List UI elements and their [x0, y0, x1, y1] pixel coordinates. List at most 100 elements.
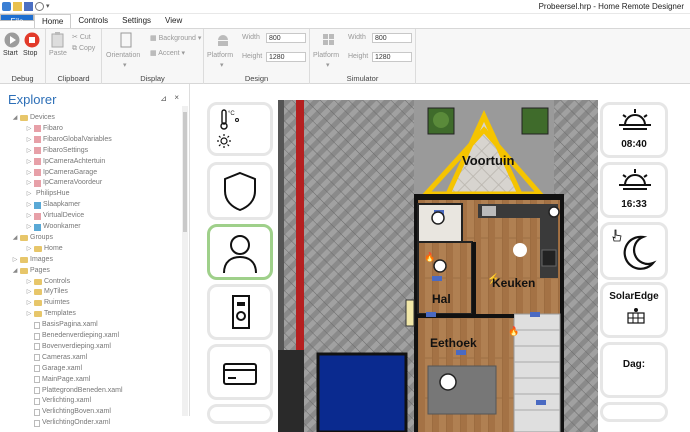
expand-arrow-right-icon[interactable]: ▷: [12, 255, 18, 265]
explorer-scrollbar[interactable]: [182, 106, 188, 416]
tab-view[interactable]: View: [158, 14, 189, 28]
tree-item-label: Woonkamer: [43, 223, 81, 230]
tree-item[interactable]: ▷ FibaroSettings: [26, 146, 88, 156]
file-icon: [34, 419, 40, 427]
tab-settings[interactable]: Settings: [115, 14, 158, 28]
tree-item[interactable]: PlattegrondBeneden.xaml: [26, 386, 123, 396]
design-platform-button[interactable]: Platform ▾: [206, 31, 240, 69]
copy-label: Copy: [78, 45, 96, 52]
tree-item[interactable]: ▷ Templates: [26, 309, 76, 319]
stop-button[interactable]: Stop: [23, 31, 43, 61]
folder-icon: [34, 311, 42, 318]
tree-item[interactable]: ▷ Home: [26, 244, 63, 254]
expand-arrow-right-icon[interactable]: ▷: [26, 309, 32, 319]
tile-day[interactable]: Dag:: [600, 342, 668, 398]
expand-arrow-right-icon[interactable]: ▷: [26, 178, 32, 188]
tab-file[interactable]: File: [0, 14, 34, 26]
start-button[interactable]: Start: [3, 31, 21, 61]
copy-button[interactable]: ⧉ Copy: [72, 45, 95, 53]
tile-night[interactable]: [600, 222, 668, 280]
tree-item[interactable]: ◢ Groups: [12, 233, 53, 243]
expand-arrow-right-icon[interactable]: ▷: [26, 211, 32, 221]
tree-item[interactable]: ▷ VirtualDevice: [26, 211, 84, 221]
refresh-icon[interactable]: [35, 2, 44, 11]
tile-extra-right[interactable]: [600, 402, 668, 422]
design-width-input[interactable]: 800: [266, 33, 306, 43]
tree-item[interactable]: Verlichting.xaml: [26, 396, 91, 406]
expand-arrow-right-icon[interactable]: ▷: [26, 146, 32, 156]
simulator-height-input[interactable]: 1280: [372, 52, 412, 62]
design-height-input[interactable]: 1280: [266, 52, 306, 62]
expand-arrow-right-icon[interactable]: ▷: [26, 189, 32, 199]
tab-controls[interactable]: Controls: [71, 14, 115, 28]
tile-extra[interactable]: [207, 404, 273, 424]
tile-solaredge[interactable]: SolarEdge: [600, 282, 668, 338]
pin-icon[interactable]: ⊿: [160, 94, 167, 103]
android-icon: [218, 35, 228, 46]
tree-item[interactable]: ▷ PhilipsHue: [26, 189, 70, 199]
expand-arrow-right-icon[interactable]: ▷: [26, 298, 32, 308]
explorer-title: Explorer: [8, 92, 57, 107]
tree-item[interactable]: ▷ Controls: [26, 277, 70, 287]
expand-arrow-right-icon[interactable]: ▷: [26, 157, 32, 167]
tile-doorbell[interactable]: [207, 284, 273, 340]
tree-item[interactable]: ▷ Fibaro: [26, 124, 63, 134]
expand-arrow-down-icon[interactable]: ◢: [12, 266, 18, 276]
tree-item-label: Ruimtes: [44, 299, 70, 307]
tree-item[interactable]: ▷ IpCameraVoordeur: [26, 178, 102, 188]
open-icon[interactable]: [13, 2, 22, 11]
expand-arrow-down-icon[interactable]: ◢: [12, 113, 18, 123]
tree-item[interactable]: BasisPagina.xaml: [26, 320, 98, 330]
tab-home[interactable]: Home: [34, 14, 72, 28]
file-icon: [34, 354, 40, 362]
paste-label: Paste: [49, 50, 67, 57]
tree-item[interactable]: Benedenverdieping.xaml: [26, 331, 119, 341]
expand-arrow-right-icon[interactable]: ▷: [26, 222, 32, 232]
expand-arrow-right-icon[interactable]: ▷: [26, 277, 32, 287]
expand-arrow-down-icon[interactable]: ◢: [12, 233, 18, 243]
paste-button[interactable]: Paste: [49, 31, 69, 61]
expand-arrow-right-icon[interactable]: ▷: [26, 244, 32, 254]
tree-item[interactable]: ▷ Woonkamer: [26, 222, 81, 232]
tile-user[interactable]: [207, 224, 273, 280]
tile-sunrise[interactable]: 08:40: [600, 102, 668, 158]
close-icon[interactable]: ×: [174, 93, 179, 102]
tile-sunset[interactable]: 16:33: [600, 162, 668, 218]
accent-button[interactable]: ▦ Accent ▾: [150, 49, 185, 57]
expand-arrow-right-icon[interactable]: ▷: [26, 200, 32, 210]
tree-item[interactable]: ▷ FibaroGlobalVariables: [26, 135, 112, 145]
tree-item[interactable]: Cameras.xaml: [26, 353, 87, 363]
clipboard-group-label: Clipboard: [57, 74, 90, 83]
expand-arrow-right-icon[interactable]: ▷: [26, 168, 32, 178]
cut-button[interactable]: ✂ Cut: [72, 33, 91, 41]
tree-item[interactable]: VerlichtingOnder.xaml: [26, 418, 110, 428]
floorplan[interactable]: 🔥 🔥 ⚡: [278, 100, 598, 432]
tree-item[interactable]: ◢ Devices: [12, 113, 55, 123]
tree-item-label: FibaroGlobalVariables: [43, 135, 112, 143]
tree-item[interactable]: Bovenverdieping.xaml: [26, 342, 111, 352]
tree-item[interactable]: ▷ IpCameraAchtertuin: [26, 157, 105, 167]
dropdown-icon[interactable]: ▾: [46, 2, 55, 11]
expand-arrow-right-icon[interactable]: ▷: [26, 124, 32, 134]
tree-item[interactable]: Garage.xaml: [26, 364, 82, 374]
tree-item-label: IpCameraAchtertuin: [43, 157, 106, 165]
tile-card[interactable]: [207, 344, 273, 400]
tile-security[interactable]: [207, 162, 273, 220]
orientation-button[interactable]: Orientation ▾: [104, 31, 148, 69]
tree-item[interactable]: ▷ Ruimtes: [26, 298, 70, 308]
tree-item[interactable]: ▷ Slaapkamer: [26, 200, 80, 210]
expand-arrow-right-icon[interactable]: ▷: [26, 287, 32, 297]
simulator-platform-button[interactable]: Platform ▾: [312, 31, 346, 69]
save-icon[interactable]: [24, 2, 33, 11]
background-button[interactable]: ▦ Background ▾: [150, 34, 201, 42]
tree-item[interactable]: ▷ MyTiles: [26, 287, 68, 297]
expand-arrow-right-icon[interactable]: ▷: [26, 135, 32, 145]
scrollbar-thumb[interactable]: [183, 112, 187, 232]
simulator-width-input[interactable]: 800: [372, 33, 412, 43]
tree-item[interactable]: ◢ Pages: [12, 266, 50, 276]
tree-item[interactable]: ▷ Images: [12, 255, 53, 265]
ribbon: Start Stop Debug Paste ✂ Cut ⧉ Copy Clip…: [0, 28, 690, 85]
tree-item[interactable]: ▷ IpCameraGarage: [26, 168, 97, 178]
tree-item[interactable]: MainPage.xaml: [26, 375, 90, 385]
tile-temperature[interactable]: °C: [207, 102, 273, 156]
